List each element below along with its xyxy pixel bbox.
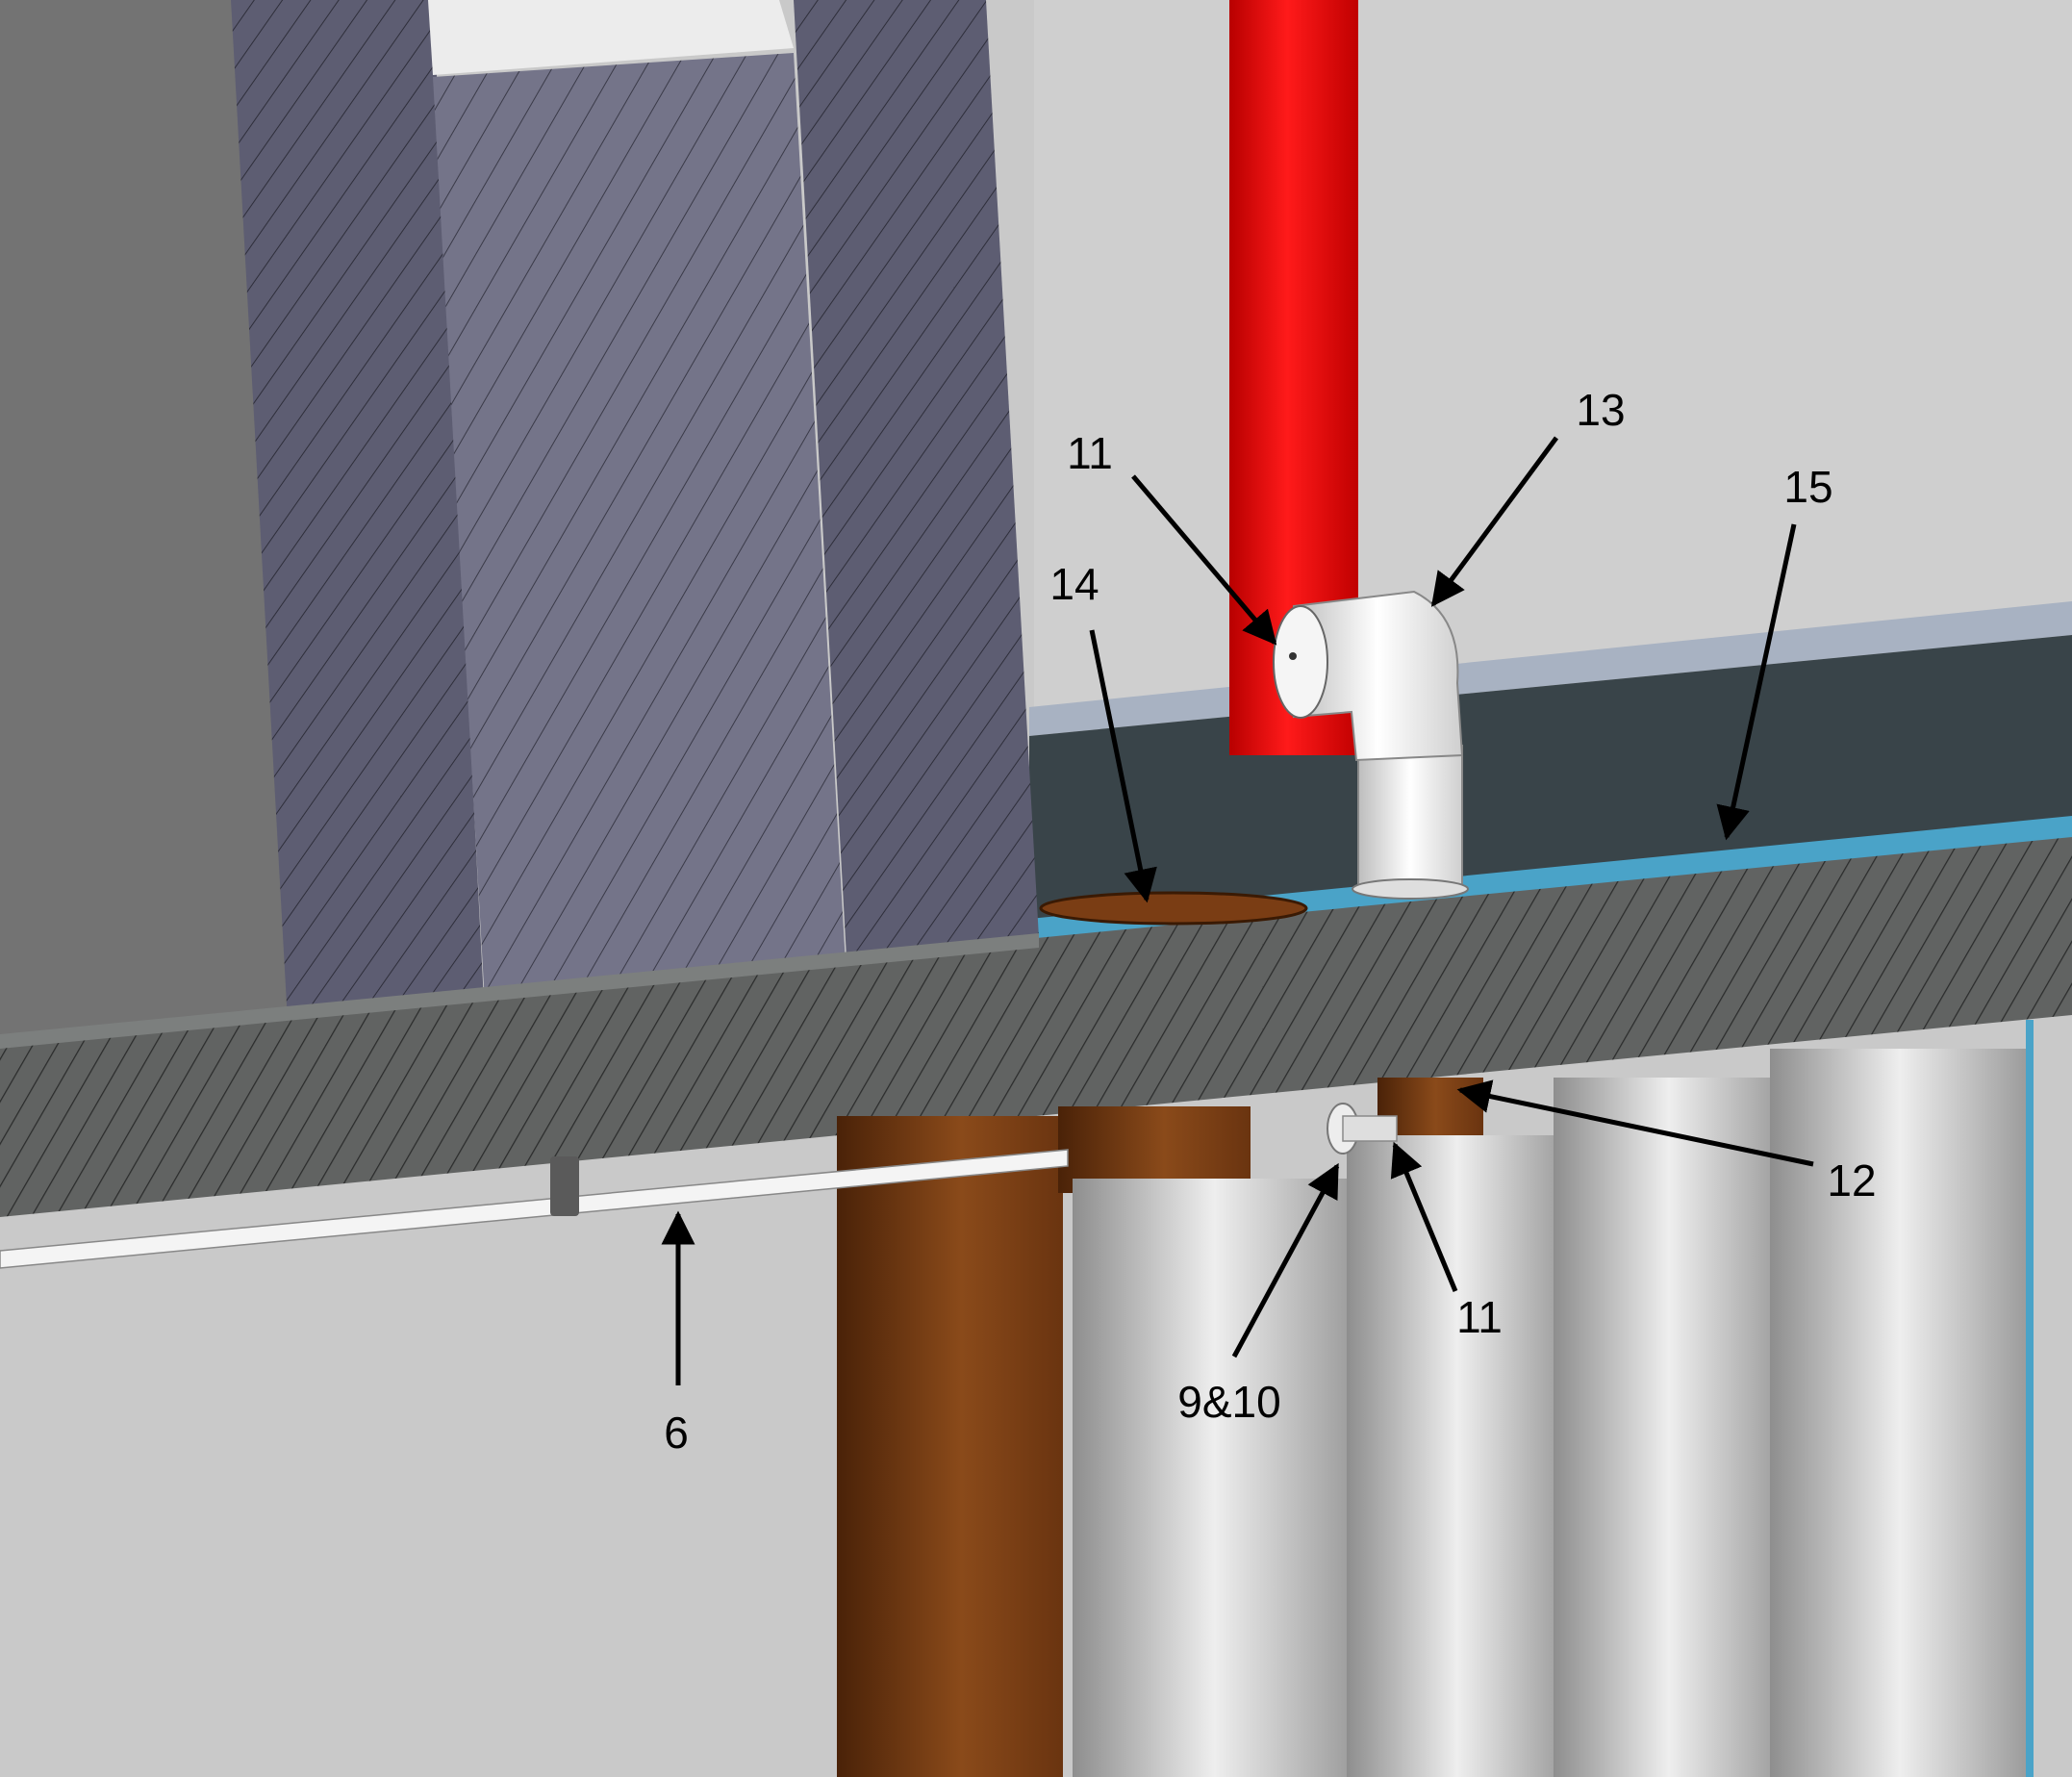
white-riser-base xyxy=(1352,878,1469,900)
callout-11-bottom: 11 xyxy=(1456,1292,1503,1342)
callout-11-top: 11 xyxy=(1067,428,1113,478)
callout-6: 6 xyxy=(664,1408,689,1458)
white-tube-3 xyxy=(1554,1078,1784,1777)
callout-14: 14 xyxy=(1049,559,1099,609)
white-tube-2 xyxy=(1347,1135,1568,1777)
callout-9-10: 9&10 xyxy=(1177,1377,1280,1427)
copper-pipe-main xyxy=(837,1116,1063,1777)
white-riser xyxy=(1357,745,1463,891)
callout-15: 15 xyxy=(1783,462,1832,512)
rod-end-stub xyxy=(1342,1115,1398,1142)
rod-clip xyxy=(550,1156,579,1216)
slab-opening xyxy=(1039,891,1308,926)
cad-section-illustration: 11 13 15 14 12 11 9&10 6 xyxy=(0,0,2072,1777)
right-edge-trim xyxy=(2026,1020,2034,1777)
elbow-outlet-core xyxy=(1289,652,1297,660)
white-tube-4 xyxy=(1770,1049,2030,1777)
callout-13: 13 xyxy=(1576,385,1625,435)
hatched-block-center xyxy=(433,53,846,1020)
upper-right-wall xyxy=(1034,0,2072,707)
callout-12: 12 xyxy=(1827,1155,1876,1206)
white-tube-1 xyxy=(1073,1179,1356,1777)
elbow-outlet xyxy=(1273,605,1328,719)
